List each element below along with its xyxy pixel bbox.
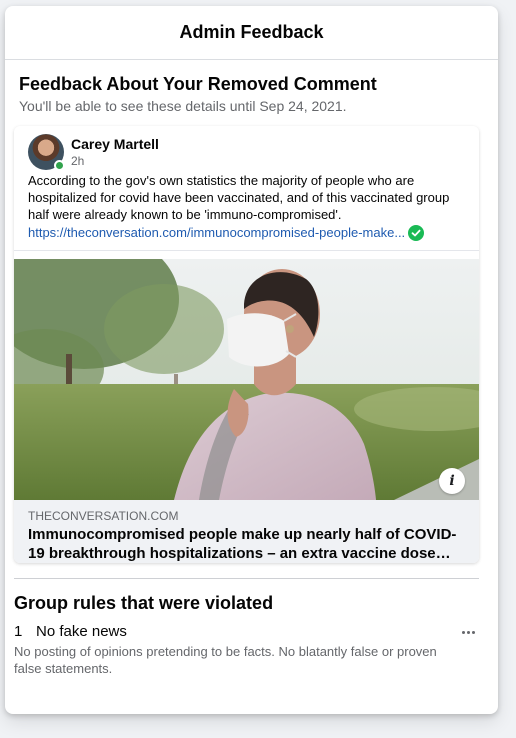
- more-horizontal-icon[interactable]: [455, 630, 479, 634]
- rule-name: No fake news: [36, 623, 127, 640]
- violated-rules-title: Group rules that were violated: [14, 593, 274, 613]
- link-preview-domain: THECONVERSATION.COM: [28, 509, 179, 523]
- dialog-header: Admin Feedback: [5, 6, 498, 60]
- feedback-expiry-note: You'll be able to see these details unti…: [19, 98, 347, 114]
- online-status-dot: [54, 160, 65, 171]
- comment-timestamp[interactable]: 2h: [71, 153, 159, 169]
- comment-text: According to the gov's own statistics th…: [28, 173, 450, 222]
- avatar[interactable]: [28, 134, 65, 171]
- comment-link[interactable]: https://theconversation.com/immunocompro…: [28, 224, 405, 241]
- comment-link-row: https://theconversation.com/immunocompro…: [28, 224, 468, 241]
- link-preview-title: Immunocompromised people make up nearly …: [28, 526, 457, 562]
- link-preview-image[interactable]: i: [14, 259, 479, 500]
- rules-divider: [14, 578, 479, 579]
- comment-author-row: Carey Martell 2h: [28, 134, 159, 171]
- check-circle-icon: [408, 224, 425, 241]
- comment-author-name[interactable]: Carey Martell: [71, 135, 159, 153]
- link-preview-caption[interactable]: THECONVERSATION.COM Immunocompromised pe…: [14, 500, 479, 563]
- dialog-title: Admin Feedback: [179, 22, 324, 42]
- removed-comment-card: Carey Martell 2h According to the gov's …: [14, 126, 479, 563]
- rule-number: 1: [14, 623, 23, 640]
- info-icon[interactable]: i: [439, 468, 465, 494]
- rule-row: 1 No fake news: [14, 622, 479, 642]
- feedback-section-header: Feedback About Your Removed Comment You'…: [5, 60, 498, 115]
- author-meta: Carey Martell 2h: [71, 134, 159, 169]
- rule-description: No posting of opinions pretending to be …: [14, 644, 437, 676]
- card-divider: [14, 250, 479, 251]
- feedback-title: Feedback About Your Removed Comment: [19, 74, 377, 94]
